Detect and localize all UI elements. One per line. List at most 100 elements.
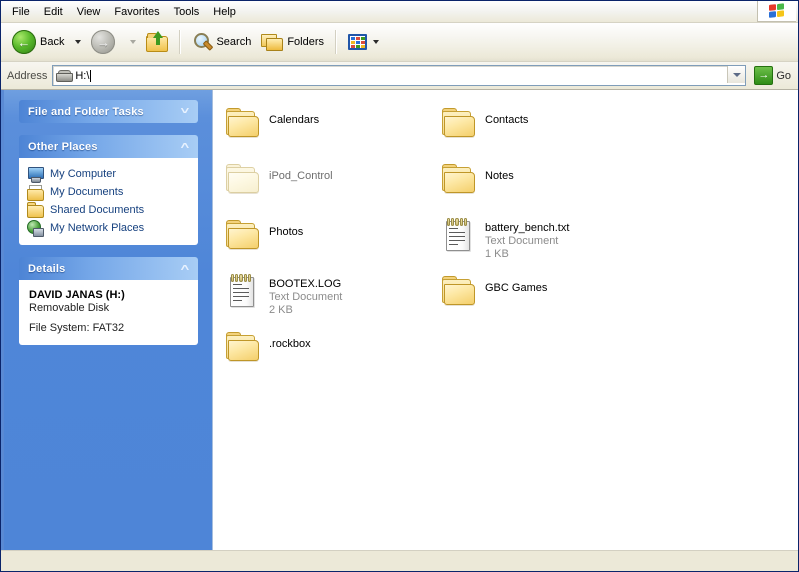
panel-title-other-places: Other Places [28,140,98,153]
folder-icon [441,164,475,194]
views-chevron-down-icon[interactable] [373,40,380,44]
task-pane-sidebar: File and Folder Tasks ˅ Other Places ˄ M… [1,90,213,550]
file-item-ipod-control[interactable]: iPod_Control [221,158,437,214]
views-icon [348,34,368,50]
toolbar: ← Back → Search Folders [1,23,798,62]
text-document-icon [441,218,475,252]
panel-header-other-places[interactable]: Other Places ˄ [19,135,198,158]
file-item-rockbox[interactable]: .rockbox [221,326,437,382]
file-size: 2 KB [269,304,293,316]
address-input[interactable]: H:\ [52,65,747,86]
file-item-bootex-log[interactable]: BOOTEX.LOG Text Document 2 KB [221,270,437,326]
panel-file-and-folder-tasks: File and Folder Tasks ˅ [19,100,198,123]
panel-collapse-chevron-up-icon[interactable]: ˄ [178,262,191,275]
folder-icon [225,220,259,250]
sidebar-item-my-computer[interactable]: My Computer [27,165,192,183]
file-item-gbc-games[interactable]: GBC Games [437,270,653,326]
file-name: Notes [485,170,514,182]
menu-bar: File Edit View Favorites Tools Help [1,1,798,23]
address-value: H:\ [75,69,90,82]
panel-header-details[interactable]: Details ˄ [19,257,198,280]
folders-icon [261,33,284,51]
sidebar-item-label: My Network Places [50,222,145,234]
panel-title-file-and-folder-tasks: File and Folder Tasks [28,105,144,118]
my-documents-icon [27,184,44,201]
sidebar-item-shared-documents[interactable]: Shared Documents [27,201,192,219]
file-name: battery_bench.txt [485,222,570,234]
panel-body-other-places: My Computer My Documents Shared Document… [19,158,198,245]
file-item-contacts[interactable]: Contacts [437,102,653,158]
sidebar-item-label: My Computer [50,168,117,180]
removable-drive-icon [56,70,74,82]
go-arrow-icon: → [754,66,774,85]
file-item-battery-bench-txt[interactable]: battery_bench.txt Text Document 1 KB [437,214,653,270]
my-network-places-icon [27,220,44,237]
windows-flag-logo-box [757,1,796,22]
back-button-label: Back [40,36,65,48]
file-name: .rockbox [269,338,311,350]
panel-other-places: Other Places ˄ My Computer My Documents … [19,135,198,245]
file-item-photos[interactable]: Photos [221,214,437,270]
details-drive-type: Removable Disk [29,302,110,314]
back-dropdown-chevron-down-icon[interactable] [75,40,82,44]
file-size: 1 KB [485,248,509,260]
file-item-notes[interactable]: Notes [437,158,653,214]
sidebar-item-my-network-places[interactable]: My Network Places [27,219,192,237]
details-volume-name: DAVID JANAS (H:) [29,289,125,301]
status-bar [1,550,798,571]
file-name: GBC Games [485,282,548,294]
up-button[interactable] [141,26,173,58]
address-bar: Address H:\ → Go [1,62,798,90]
panel-details: Details ˄ DAVID JANAS (H:) Removable Dis… [19,257,198,345]
toolbar-separator-1 [179,30,182,54]
file-name: Calendars [269,114,320,126]
menu-item-tools[interactable]: Tools [167,3,207,21]
folder-icon [225,108,259,138]
up-folder-icon [146,31,169,52]
menu-item-view[interactable]: View [70,3,108,21]
back-arrow-icon: ← [12,30,36,54]
panel-body-details: DAVID JANAS (H:) Removable Disk File Sys… [19,280,198,345]
search-button[interactable]: Search [187,26,256,58]
file-list-pane[interactable]: Calendars Contacts iPod_Control Notes Ph… [213,90,798,550]
my-computer-icon [27,166,44,183]
panel-expand-chevron-down-icon[interactable]: ˅ [178,105,191,118]
folder-icon [441,108,475,138]
forward-arrow-icon: → [91,30,116,54]
forward-dropdown-chevron-down-icon [130,40,137,44]
explorer-window: File Edit View Favorites Tools Help ← Ba… [0,0,799,572]
folders-button-label: Folders [287,36,325,48]
go-button[interactable]: → Go [751,66,794,85]
views-button[interactable] [343,26,389,58]
explorer-body: File and Folder Tasks ˅ Other Places ˄ M… [1,90,798,550]
menu-item-help[interactable]: Help [206,3,243,21]
menu-item-edit[interactable]: Edit [37,3,70,21]
file-name: iPod_Control [269,170,333,182]
shared-documents-icon [27,202,44,218]
address-dropdown-button[interactable] [727,66,746,83]
menu-item-file[interactable]: File [5,3,37,21]
sidebar-item-my-documents[interactable]: My Documents [27,183,192,201]
panel-header-file-and-folder-tasks[interactable]: File and Folder Tasks ˅ [19,100,198,123]
sidebar-item-label: My Documents [50,186,124,198]
back-button[interactable]: ← Back [7,26,69,58]
file-type: Text Document [485,235,559,247]
panel-collapse-chevron-up-icon[interactable]: ˄ [178,140,191,153]
search-icon [192,32,214,52]
file-item-calendars[interactable]: Calendars [221,102,437,158]
file-grid: Calendars Contacts iPod_Control Notes Ph… [213,102,798,382]
folder-icon [225,164,259,194]
forward-button: → [86,26,124,58]
text-cursor [90,69,92,82]
sidebar-item-label: Shared Documents [50,204,145,216]
file-name: BOOTEX.LOG [269,278,342,290]
go-button-label: Go [776,69,791,82]
file-name: Contacts [485,114,529,126]
menu-item-favorites[interactable]: Favorites [107,3,166,21]
folders-button[interactable]: Folders [256,26,329,58]
toolbar-separator-2 [335,30,338,54]
file-name: Photos [269,226,304,238]
chevron-down-icon [732,72,741,77]
file-type: Text Document [269,291,343,303]
text-document-icon [225,274,259,308]
